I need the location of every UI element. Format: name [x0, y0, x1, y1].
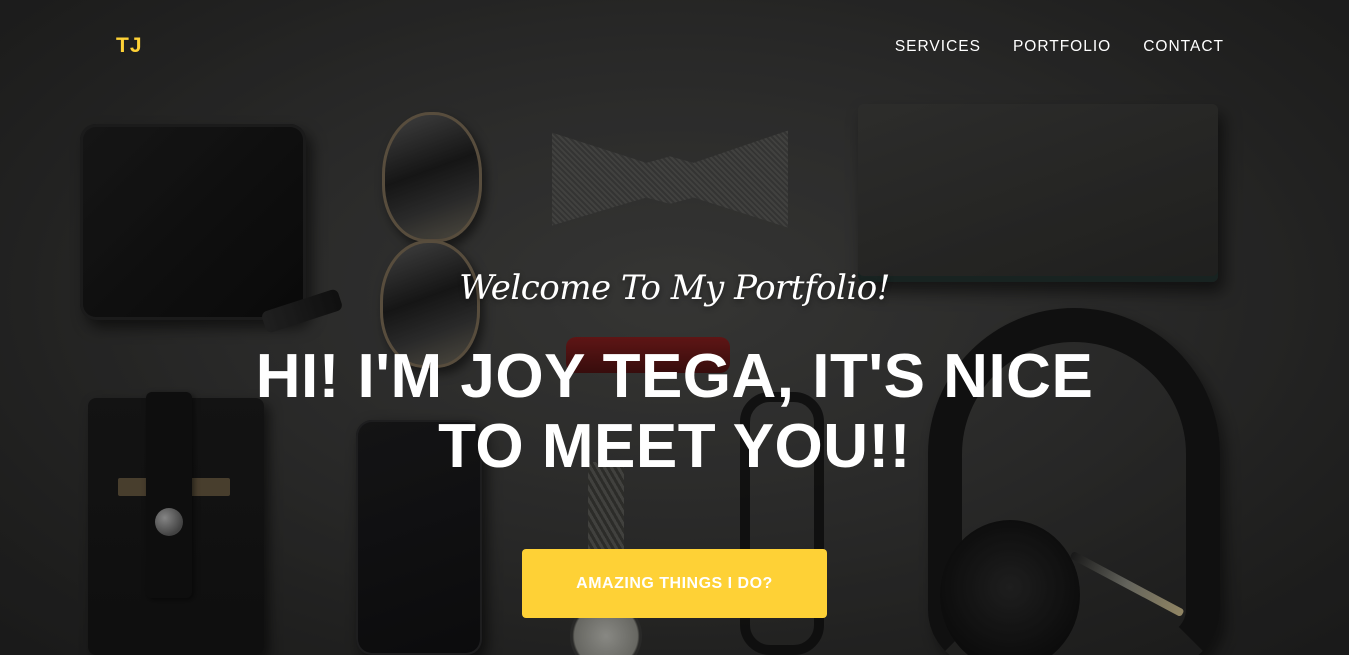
nav-menu: SERVICES PORTFOLIO CONTACT — [895, 38, 1224, 56]
nav-link-portfolio[interactable]: PORTFOLIO — [1013, 38, 1111, 56]
hero-heading: HI! I'M JOY TEGA, IT'S NICE TO MEET YOU!… — [0, 342, 1349, 482]
hero-heading-line-2: TO MEET YOU!! — [438, 412, 911, 481]
main-nav: TJ SERVICES PORTFOLIO CONTACT — [0, 0, 1349, 96]
nav-link-services[interactable]: SERVICES — [895, 38, 981, 56]
nav-link-contact[interactable]: CONTACT — [1143, 38, 1224, 56]
hero-lead-text: Welcome To My Portfolio! — [459, 268, 890, 308]
brand-logo[interactable]: TJ — [116, 34, 143, 58]
amazing-things-button[interactable]: AMAZING THINGS I DO? — [522, 549, 827, 618]
hero-section: TJ SERVICES PORTFOLIO CONTACT Welcome To… — [0, 0, 1349, 655]
hero-heading-line-1: HI! I'M JOY TEGA, IT'S NICE — [255, 342, 1094, 411]
